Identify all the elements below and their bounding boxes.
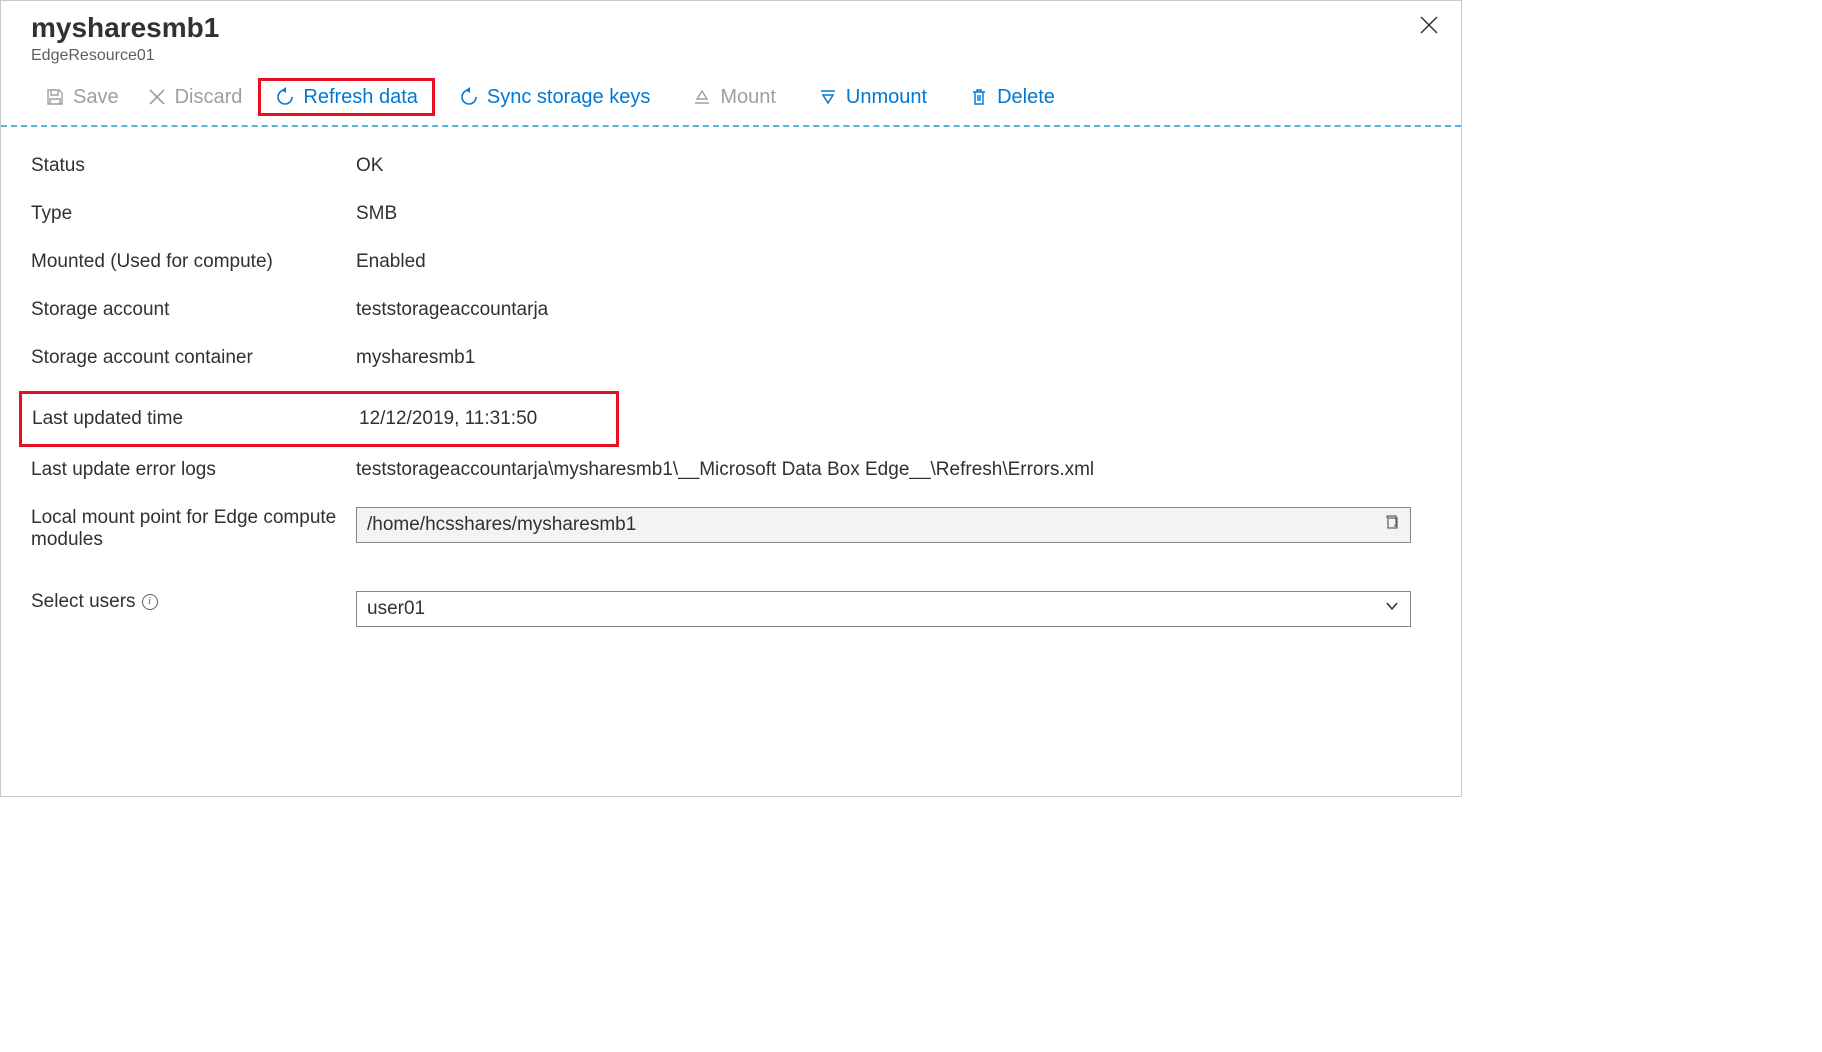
save-icon bbox=[45, 87, 65, 107]
mount-label: Mount bbox=[720, 85, 776, 109]
mount-icon bbox=[692, 87, 712, 107]
storage-account-label: Storage account bbox=[31, 299, 356, 321]
discard-icon bbox=[147, 87, 167, 107]
refresh-data-button[interactable]: Refresh data bbox=[258, 78, 435, 116]
last-updated-highlight: Last updated time 12/12/2019, 11:31:50 bbox=[19, 391, 619, 447]
discard-button: Discard bbox=[133, 79, 257, 115]
save-button: Save bbox=[31, 79, 133, 115]
error-logs-label: Last update error logs bbox=[31, 459, 356, 481]
chevron-down-icon bbox=[1384, 598, 1400, 620]
delete-label: Delete bbox=[997, 85, 1055, 109]
page-title: mysharesmb1 bbox=[31, 11, 1431, 45]
delete-icon bbox=[969, 87, 989, 107]
mount-point-label: Local mount point for Edge compute modul… bbox=[31, 507, 356, 551]
status-label: Status bbox=[31, 155, 356, 177]
refresh-label: Refresh data bbox=[303, 85, 418, 109]
mount-button: Mount bbox=[678, 79, 790, 115]
container-value: mysharesmb1 bbox=[356, 347, 475, 369]
error-logs-value: teststorageaccountarja\mysharesmb1\__Mic… bbox=[356, 459, 1094, 481]
mount-point-field: /home/hcsshares/mysharesmb1 bbox=[356, 507, 1411, 543]
select-users-dropdown[interactable]: user01 bbox=[356, 591, 1411, 627]
discard-label: Discard bbox=[175, 85, 243, 109]
unmount-icon bbox=[818, 87, 838, 107]
mounted-value: Enabled bbox=[356, 251, 426, 273]
type-label: Type bbox=[31, 203, 356, 225]
copy-button[interactable] bbox=[1384, 514, 1400, 536]
save-label: Save bbox=[73, 85, 119, 109]
status-value: OK bbox=[356, 155, 383, 177]
copy-icon bbox=[1384, 514, 1400, 530]
page-subtitle: EdgeResource01 bbox=[31, 47, 1431, 65]
sync-icon bbox=[459, 87, 479, 107]
sync-storage-keys-button[interactable]: Sync storage keys bbox=[445, 79, 664, 115]
type-value: SMB bbox=[356, 203, 397, 225]
select-users-value: user01 bbox=[367, 598, 1384, 620]
mounted-label: Mounted (Used for compute) bbox=[31, 251, 356, 273]
storage-account-value: teststorageaccountarja bbox=[356, 299, 548, 321]
close-button[interactable] bbox=[1419, 15, 1439, 41]
content-area: Status OK Type SMB Mounted (Used for com… bbox=[1, 127, 1461, 673]
close-icon bbox=[1419, 15, 1439, 35]
info-icon[interactable]: i bbox=[142, 594, 158, 610]
sync-label: Sync storage keys bbox=[487, 85, 650, 109]
refresh-icon bbox=[275, 87, 295, 107]
last-updated-label: Last updated time bbox=[32, 408, 359, 430]
container-label: Storage account container bbox=[31, 347, 356, 369]
mount-point-value: /home/hcsshares/mysharesmb1 bbox=[367, 514, 1384, 536]
unmount-label: Unmount bbox=[846, 85, 927, 109]
unmount-button[interactable]: Unmount bbox=[804, 79, 941, 115]
delete-button[interactable]: Delete bbox=[955, 79, 1069, 115]
last-updated-value: 12/12/2019, 11:31:50 bbox=[359, 408, 537, 430]
toolbar: Save Discard Refresh data Sync storage k… bbox=[1, 65, 1461, 127]
select-users-label: Select users i bbox=[31, 591, 356, 613]
